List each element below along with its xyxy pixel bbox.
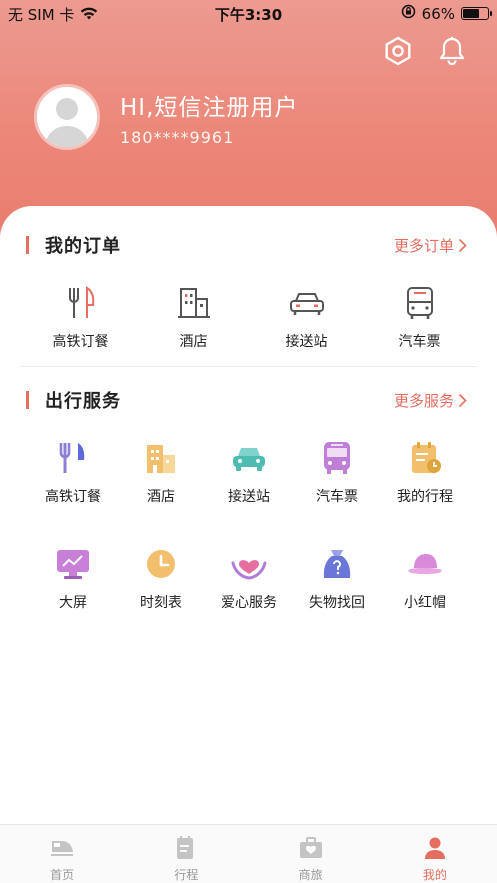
car-icon [287, 283, 327, 323]
services-row-2: 大屏 时刻表 爱心服务 失物找回 小红帽 [0, 544, 497, 612]
bell-icon[interactable] [435, 34, 469, 68]
tab-label: 商旅 [298, 868, 323, 882]
tab-label: 我的 [422, 868, 447, 882]
service-item-itinerary[interactable]: 我的行程 [381, 438, 469, 506]
cutlery-icon [61, 283, 101, 323]
order-item-label: 酒店 [179, 334, 208, 350]
battery-level [463, 9, 479, 18]
orders-header: 我的订单 更多订单 [26, 232, 467, 258]
order-item-label: 汽车票 [398, 334, 441, 350]
red-cap-icon [405, 544, 445, 584]
orders-row: 高铁订餐 酒店 接送站 汽车票 [0, 283, 497, 351]
section-divider [20, 366, 477, 367]
tab-mine[interactable]: 我的 [373, 825, 497, 883]
user-greeting: HI,短信注册用户 [120, 94, 299, 121]
service-item-label: 接送站 [228, 489, 270, 505]
service-item-red-cap[interactable]: 小红帽 [381, 544, 469, 612]
services-row-1: 高铁订餐 酒店 接送站 汽车票 我的行程 [0, 438, 497, 506]
service-item-timetable[interactable]: 时刻表 [117, 544, 205, 612]
bottom-tab-bar: 首页 行程 商旅 我的 [0, 824, 497, 883]
service-item-label: 小红帽 [404, 595, 446, 611]
services-header: 出行服务 更多服务 [26, 387, 467, 413]
more-services-link[interactable]: 更多服务 [394, 390, 467, 411]
service-item-label: 我的行程 [397, 489, 453, 505]
service-item-label: 酒店 [147, 489, 175, 505]
service-item-lost-found[interactable]: 失物找回 [293, 544, 381, 612]
service-item-transfer[interactable]: 接送站 [205, 438, 293, 506]
tab-label: 行程 [174, 868, 199, 882]
train-icon [49, 835, 75, 861]
tab-label: 首页 [50, 868, 75, 882]
order-item-label: 高铁订餐 [52, 334, 109, 350]
more-orders-link[interactable]: 更多订单 [394, 235, 467, 256]
user-profile[interactable]: HI,短信注册用户 180****9961 [34, 84, 298, 150]
section-marker [26, 236, 29, 254]
settings-icon[interactable] [381, 34, 415, 68]
order-item-meal[interactable]: 高铁订餐 [24, 283, 137, 351]
services-title: 出行服务 [45, 391, 121, 412]
battery-percent: 66% [421, 4, 455, 23]
itinerary-icon [405, 438, 445, 478]
clock-icon [141, 544, 181, 584]
service-item-label: 时刻表 [140, 595, 182, 611]
car-icon [229, 438, 269, 478]
status-bar: 无 SIM 卡 下午3:30 66% [0, 0, 497, 26]
service-item-care[interactable]: 爱心服务 [205, 544, 293, 612]
default-avatar-icon [45, 98, 89, 147]
bus-icon [317, 438, 357, 478]
service-item-label: 失物找回 [309, 595, 365, 611]
order-item-hotel[interactable]: 酒店 [137, 283, 250, 351]
chevron-right-icon [458, 238, 467, 252]
orders-title: 我的订单 [45, 236, 121, 257]
bus-icon [400, 283, 440, 323]
section-marker [26, 391, 29, 409]
service-item-screen[interactable]: 大屏 [29, 544, 117, 612]
suitcase-icon [298, 835, 324, 861]
tab-business-travel[interactable]: 商旅 [249, 825, 373, 883]
order-item-bus[interactable]: 汽车票 [363, 283, 476, 351]
service-item-label: 汽车票 [316, 489, 358, 505]
service-item-label: 爱心服务 [221, 595, 277, 611]
screen-icon [53, 544, 93, 584]
hotel-icon [174, 283, 214, 323]
user-icon [422, 835, 448, 861]
chevron-right-icon [458, 393, 467, 407]
hotel-icon [141, 438, 181, 478]
tab-home[interactable]: 首页 [0, 825, 124, 883]
itinerary-icon [173, 835, 199, 861]
lost-bag-icon [317, 544, 357, 584]
order-item-label: 接送站 [285, 334, 328, 350]
service-item-label: 大屏 [59, 595, 87, 611]
service-item-meal[interactable]: 高铁订餐 [29, 438, 117, 506]
cutlery-icon [53, 438, 93, 478]
orientation-lock-icon [401, 4, 416, 23]
service-item-label: 高铁订餐 [45, 489, 101, 505]
more-orders-label: 更多订单 [393, 236, 454, 255]
battery-icon [461, 7, 492, 20]
user-phone: 180****9961 [120, 127, 235, 147]
avatar[interactable] [34, 84, 100, 150]
tab-itinerary[interactable]: 行程 [124, 825, 248, 883]
heart-hands-icon [229, 544, 269, 584]
service-item-bus[interactable]: 汽车票 [293, 438, 381, 506]
service-item-hotel[interactable]: 酒店 [117, 438, 205, 506]
more-services-label: 更多服务 [393, 391, 454, 410]
order-item-transfer[interactable]: 接送站 [250, 283, 363, 351]
